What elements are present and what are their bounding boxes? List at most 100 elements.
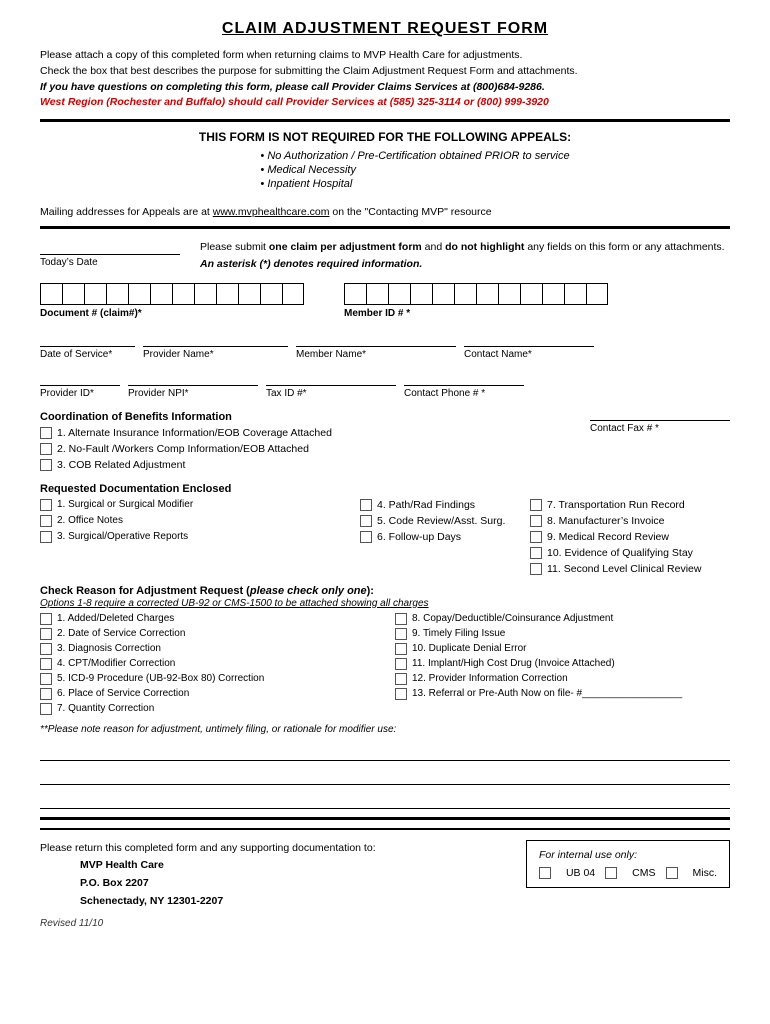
contact-fax-input[interactable] bbox=[590, 405, 730, 421]
fields-row-1: Date of Service* Provider Name* Member N… bbox=[40, 331, 730, 360]
provider-npi-input[interactable] bbox=[128, 370, 258, 386]
reason-right-5: 12. Provider Information Correction bbox=[395, 673, 730, 685]
tax-id-input[interactable] bbox=[266, 370, 396, 386]
reason-checkbox-r4[interactable] bbox=[395, 658, 407, 670]
reason-checkbox-l3[interactable] bbox=[40, 643, 52, 655]
date-of-service-input[interactable] bbox=[40, 331, 135, 347]
member-id-boxes bbox=[344, 283, 608, 305]
cob-item-2: 2. No-Fault /Workers Comp Information/EO… bbox=[40, 443, 332, 455]
req-doc-checkbox-r5[interactable] bbox=[530, 563, 542, 575]
internal-checkbox-misc[interactable] bbox=[666, 867, 678, 879]
footer-return-text: Please return this completed form and an… bbox=[40, 840, 376, 858]
doc-box-5[interactable] bbox=[128, 283, 150, 305]
reason-checkbox-r1[interactable] bbox=[395, 613, 407, 625]
doc-box-6[interactable] bbox=[150, 283, 172, 305]
mem-box-8[interactable] bbox=[498, 283, 520, 305]
date-input-line[interactable] bbox=[40, 239, 180, 255]
internal-checkbox-ub04[interactable] bbox=[539, 867, 551, 879]
reason-checkbox-l6[interactable] bbox=[40, 688, 52, 700]
reason-col-left: 1. Added/Deleted Charges 2. Date of Serv… bbox=[40, 613, 375, 718]
intro-line4: West Region (Rochester and Buffalo) shou… bbox=[40, 95, 730, 111]
blank-line-1[interactable] bbox=[40, 743, 730, 761]
mem-box-7[interactable] bbox=[476, 283, 498, 305]
mem-box-11[interactable] bbox=[564, 283, 586, 305]
doc-box-7[interactable] bbox=[172, 283, 194, 305]
doc-box-11[interactable] bbox=[260, 283, 282, 305]
provider-id-input[interactable] bbox=[40, 370, 120, 386]
doc-box-9[interactable] bbox=[216, 283, 238, 305]
doc-box-2[interactable] bbox=[62, 283, 84, 305]
reason-checkbox-r3[interactable] bbox=[395, 643, 407, 655]
reason-checkbox-l5[interactable] bbox=[40, 673, 52, 685]
req-doc-right-5: 11. Second Level Clinical Review bbox=[530, 563, 730, 575]
reason-label-l2: 2. Date of Service Correction bbox=[57, 628, 185, 639]
req-doc-checkbox-l3[interactable] bbox=[40, 531, 52, 543]
doc-box-3[interactable] bbox=[84, 283, 106, 305]
doc-box-12[interactable] bbox=[282, 283, 304, 305]
req-doc-checkbox-r4[interactable] bbox=[530, 547, 542, 559]
blank-line-2[interactable] bbox=[40, 767, 730, 785]
blank-line-3[interactable] bbox=[40, 791, 730, 809]
mem-box-10[interactable] bbox=[542, 283, 564, 305]
reason-subtitle: Options 1-8 require a corrected UB-92 or… bbox=[40, 598, 730, 609]
provider-npi-field: Provider NPI* bbox=[128, 370, 258, 399]
contact-fax-group: Contact Fax # * bbox=[590, 405, 730, 434]
reason-checkbox-l1[interactable] bbox=[40, 613, 52, 625]
req-doc-checkbox-l2[interactable] bbox=[40, 515, 52, 527]
address-line1: MVP Health Care bbox=[80, 857, 376, 875]
mem-box-3[interactable] bbox=[388, 283, 410, 305]
doc-box-8[interactable] bbox=[194, 283, 216, 305]
req-doc-label-l1: 1. Surgical or Surgical Modifier bbox=[57, 499, 193, 510]
member-name-label: Member Name* bbox=[296, 349, 456, 360]
mem-box-4[interactable] bbox=[410, 283, 432, 305]
reason-checkbox-l7[interactable] bbox=[40, 703, 52, 715]
cob-checkbox-2[interactable] bbox=[40, 443, 52, 455]
reason-checkbox-r5[interactable] bbox=[395, 673, 407, 685]
cob-checkbox-3[interactable] bbox=[40, 459, 52, 471]
mem-box-12[interactable] bbox=[586, 283, 608, 305]
mailing-link[interactable]: www.mvphealthcare.com bbox=[213, 206, 330, 218]
footer-left: Please return this completed form and an… bbox=[40, 840, 376, 932]
mem-box-1[interactable] bbox=[344, 283, 366, 305]
internal-checkbox-cms[interactable] bbox=[605, 867, 617, 879]
document-number-group: Document # (claim#)* bbox=[40, 283, 304, 319]
provider-name-field: Provider Name* bbox=[143, 331, 288, 360]
fields-row-2-left: Provider ID* Provider NPI* Tax ID #* Con… bbox=[40, 370, 730, 399]
req-doc-col-right: 7. Transportation Run Record 8. Manufact… bbox=[530, 499, 730, 579]
mem-box-6[interactable] bbox=[454, 283, 476, 305]
req-doc-col-mid: 4. Path/Rad Findings 5. Code Review/Asst… bbox=[360, 499, 520, 579]
cob-item-1: 1. Alternate Insurance Information/EOB C… bbox=[40, 427, 332, 439]
req-doc-checkbox-m1[interactable] bbox=[360, 499, 372, 511]
reason-label-r3: 10. Duplicate Denial Error bbox=[412, 643, 527, 654]
appeals-section: THIS FORM IS NOT REQUIRED FOR THE FOLLOW… bbox=[40, 130, 730, 198]
cob-checkbox-1[interactable] bbox=[40, 427, 52, 439]
provider-name-label: Provider Name* bbox=[143, 349, 288, 360]
reason-checkbox-r2[interactable] bbox=[395, 628, 407, 640]
mem-box-5[interactable] bbox=[432, 283, 454, 305]
address-line2: P.O. Box 2207 bbox=[80, 875, 376, 893]
req-doc-checkbox-r3[interactable] bbox=[530, 531, 542, 543]
req-doc-checkbox-m2[interactable] bbox=[360, 515, 372, 527]
req-doc-checkbox-r2[interactable] bbox=[530, 515, 542, 527]
mem-box-2[interactable] bbox=[366, 283, 388, 305]
req-doc-label-m2: 5. Code Review/Asst. Surg. bbox=[377, 515, 505, 527]
req-doc-checkbox-m3[interactable] bbox=[360, 531, 372, 543]
reason-checkbox-l4[interactable] bbox=[40, 658, 52, 670]
reason-checkbox-r6[interactable] bbox=[395, 688, 407, 700]
req-doc-mid-3: 6. Follow-up Days bbox=[360, 531, 520, 543]
req-doc-checkbox-r1[interactable] bbox=[530, 499, 542, 511]
doc-box-10[interactable] bbox=[238, 283, 260, 305]
doc-box-1[interactable] bbox=[40, 283, 62, 305]
cob-label-1: 1. Alternate Insurance Information/EOB C… bbox=[57, 427, 332, 439]
contact-phone-input[interactable] bbox=[404, 370, 524, 386]
member-name-input[interactable] bbox=[296, 331, 456, 347]
req-doc-label-l3: 3. Surgical/Operative Reports bbox=[57, 531, 188, 542]
req-doc-checkbox-l1[interactable] bbox=[40, 499, 52, 511]
appeals-item-1: No Authorization / Pre-Certification obt… bbox=[260, 150, 569, 162]
date-instruction-row: Today’s Date Please submit one claim per… bbox=[40, 239, 730, 273]
doc-box-4[interactable] bbox=[106, 283, 128, 305]
mem-box-9[interactable] bbox=[520, 283, 542, 305]
contact-name-input[interactable] bbox=[464, 331, 594, 347]
provider-name-input[interactable] bbox=[143, 331, 288, 347]
reason-checkbox-l2[interactable] bbox=[40, 628, 52, 640]
